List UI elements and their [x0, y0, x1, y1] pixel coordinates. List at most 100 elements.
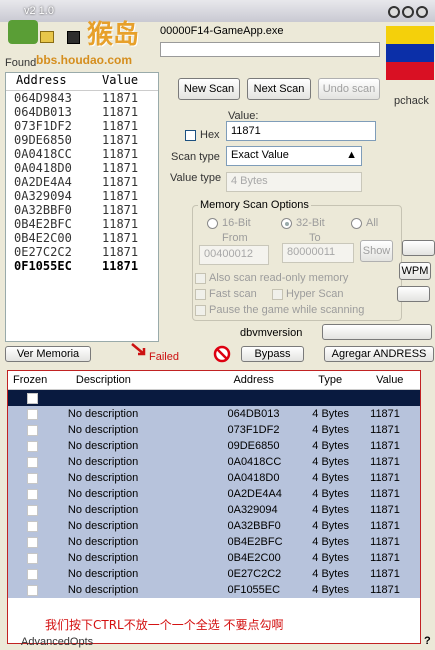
dbvm-button[interactable]	[322, 324, 432, 340]
address-column-header[interactable]: Address	[227, 374, 312, 386]
show-button[interactable]: Show	[360, 240, 393, 262]
frozen-cell	[8, 520, 58, 532]
value-column-header[interactable]: Value	[370, 374, 420, 386]
list-item[interactable]: 0A0418D0 11871	[6, 161, 158, 175]
table-row[interactable]: No description 0E27C2C2 4 Bytes 11871	[8, 566, 420, 582]
to-address-input[interactable]: 80000011	[282, 243, 354, 263]
frozen-checkbox[interactable]	[27, 424, 39, 436]
type-column-header[interactable]: Type	[312, 374, 370, 386]
frozen-checkbox[interactable]	[27, 408, 39, 420]
list-item[interactable]: 0B4E2C00 11871	[6, 231, 158, 245]
list-item[interactable]: 09DE6850 11871	[6, 133, 158, 147]
pause-game-checkbox[interactable]	[195, 305, 206, 316]
table-row[interactable]: No description 0B4E2C00 4 Bytes 11871	[8, 550, 420, 566]
table-row[interactable]: No description 0A32BBF0 4 Bytes 11871	[8, 518, 420, 534]
frozen-checkbox[interactable]	[27, 456, 39, 468]
bit32-radio[interactable]	[281, 218, 292, 229]
open-file-icon[interactable]	[40, 31, 54, 43]
frozen-checkbox[interactable]	[27, 392, 39, 404]
row-type: 4 Bytes	[312, 472, 349, 484]
hyper-scan-checkbox[interactable]	[272, 289, 283, 300]
row-value: 11871	[102, 133, 139, 147]
list-item[interactable]: 064D9843 11871	[6, 91, 158, 105]
table-row[interactable]: No description 0A2DE4A4 4 Bytes 11871	[8, 486, 420, 502]
agregar-andress-button[interactable]: Agregar ANDRESS	[324, 346, 434, 362]
frozen-cell	[8, 440, 58, 452]
hex-checkbox[interactable]	[185, 130, 196, 141]
readonly-checkbox[interactable]	[195, 273, 206, 284]
row-value: 11871	[102, 189, 139, 203]
row-type: 4 Bytes	[312, 504, 349, 516]
list-item[interactable]: 0F1055EC 11871	[6, 259, 158, 273]
table-row[interactable]: No description 0B4E2BFC 4 Bytes 11871	[8, 534, 420, 550]
stop-icon[interactable]	[212, 345, 232, 363]
undo-scan-button[interactable]: Undo scan	[318, 78, 380, 100]
table-row[interactable]	[8, 390, 420, 406]
row-address: 0A0418D0	[227, 472, 280, 484]
found-address-list[interactable]: Address Value 064D9843 11871 064DB013 1187…	[5, 72, 159, 342]
frozen-checkbox[interactable]	[27, 536, 39, 548]
fast-scan-checkbox[interactable]	[195, 289, 206, 300]
list-item[interactable]: 0A329094 11871	[6, 189, 158, 203]
advanced-options-label[interactable]: AdvancedOpts	[21, 636, 93, 648]
frozen-checkbox[interactable]	[27, 584, 39, 596]
save-icon[interactable]	[67, 31, 80, 44]
list-item[interactable]: 064DB013 11871	[6, 105, 158, 119]
value-type-select[interactable]: 4 Bytes	[226, 172, 362, 192]
table-row[interactable]: No description 064DB013 4 Bytes 11871	[8, 406, 420, 422]
arrow-pointer-icon[interactable]	[131, 343, 147, 357]
cheat-table[interactable]: Frozen Description Address Type Value No…	[7, 370, 421, 644]
table-row[interactable]: No description 0A329094 4 Bytes 11871	[8, 502, 420, 518]
value-input[interactable]	[226, 121, 376, 141]
scan-type-select[interactable]: Exact Value ▲	[226, 146, 362, 166]
all-radio[interactable]	[351, 218, 362, 229]
wpm-button[interactable]: WPM	[399, 262, 431, 280]
frozen-cell	[8, 584, 58, 596]
new-scan-button[interactable]: New Scan	[178, 78, 240, 100]
row-value: 11871	[102, 203, 139, 217]
ver-memoria-button[interactable]: Ver Memoria	[5, 346, 91, 362]
frozen-checkbox[interactable]	[27, 552, 39, 564]
close-button[interactable]	[416, 6, 428, 18]
frozen-checkbox[interactable]	[27, 568, 39, 580]
list-item[interactable]: 0A0418CC 11871	[6, 147, 158, 161]
help-button[interactable]: ?	[424, 635, 431, 647]
frozen-checkbox[interactable]	[27, 504, 39, 516]
list-item[interactable]: 0A2DE4A4 11871	[6, 175, 158, 189]
value-column-header[interactable]: Value	[102, 73, 158, 90]
address-column-header[interactable]: Address	[6, 73, 102, 90]
table-row[interactable]: No description 073F1DF2 4 Bytes 11871	[8, 422, 420, 438]
list-item[interactable]: 0E27C2C2 11871	[6, 245, 158, 259]
table-row[interactable]: No description 0A0418CC 4 Bytes 11871	[8, 454, 420, 470]
from-address-input[interactable]: 00400012	[199, 245, 269, 265]
list-item[interactable]: 0B4E2BFC 11871	[6, 217, 158, 231]
maximize-button[interactable]	[402, 6, 414, 18]
row-value: 11871	[370, 440, 400, 452]
row-address: 064D9843	[14, 91, 72, 105]
row-value: 11871	[102, 105, 139, 119]
frozen-checkbox[interactable]	[27, 488, 39, 500]
table-row[interactable]: No description 0F1055EC 4 Bytes 11871	[8, 582, 420, 598]
bit16-radio[interactable]	[207, 218, 218, 229]
list-item[interactable]: 073F1DF2 11871	[6, 119, 158, 133]
table-row[interactable]: No description 0A0418D0 4 Bytes 11871	[8, 470, 420, 486]
bypass-button[interactable]: Bypass	[241, 346, 304, 362]
frozen-checkbox[interactable]	[27, 472, 39, 484]
cheat-table-header: Frozen Description Address Type Value	[8, 371, 420, 390]
next-scan-button[interactable]: Next Scan	[247, 78, 311, 100]
row-type: 4 Bytes	[312, 408, 349, 420]
description-column-header[interactable]: Description	[58, 374, 228, 386]
frozen-checkbox[interactable]	[27, 520, 39, 532]
minimize-button[interactable]	[388, 6, 400, 18]
side-button-bottom[interactable]	[397, 286, 430, 302]
list-item[interactable]: 0A32BBF0 11871	[6, 203, 158, 217]
row-address: 09DE6850	[14, 133, 72, 147]
side-button-top[interactable]	[402, 240, 435, 256]
row-address: 0B4E2C00	[227, 552, 281, 564]
frozen-column-header[interactable]: Frozen	[8, 374, 58, 386]
frozen-checkbox[interactable]	[27, 440, 39, 452]
table-row[interactable]: No description 09DE6850 4 Bytes 11871	[8, 438, 420, 454]
frozen-cell	[8, 552, 58, 564]
row-description: No description	[67, 440, 139, 452]
row-value: 11871	[370, 472, 400, 484]
